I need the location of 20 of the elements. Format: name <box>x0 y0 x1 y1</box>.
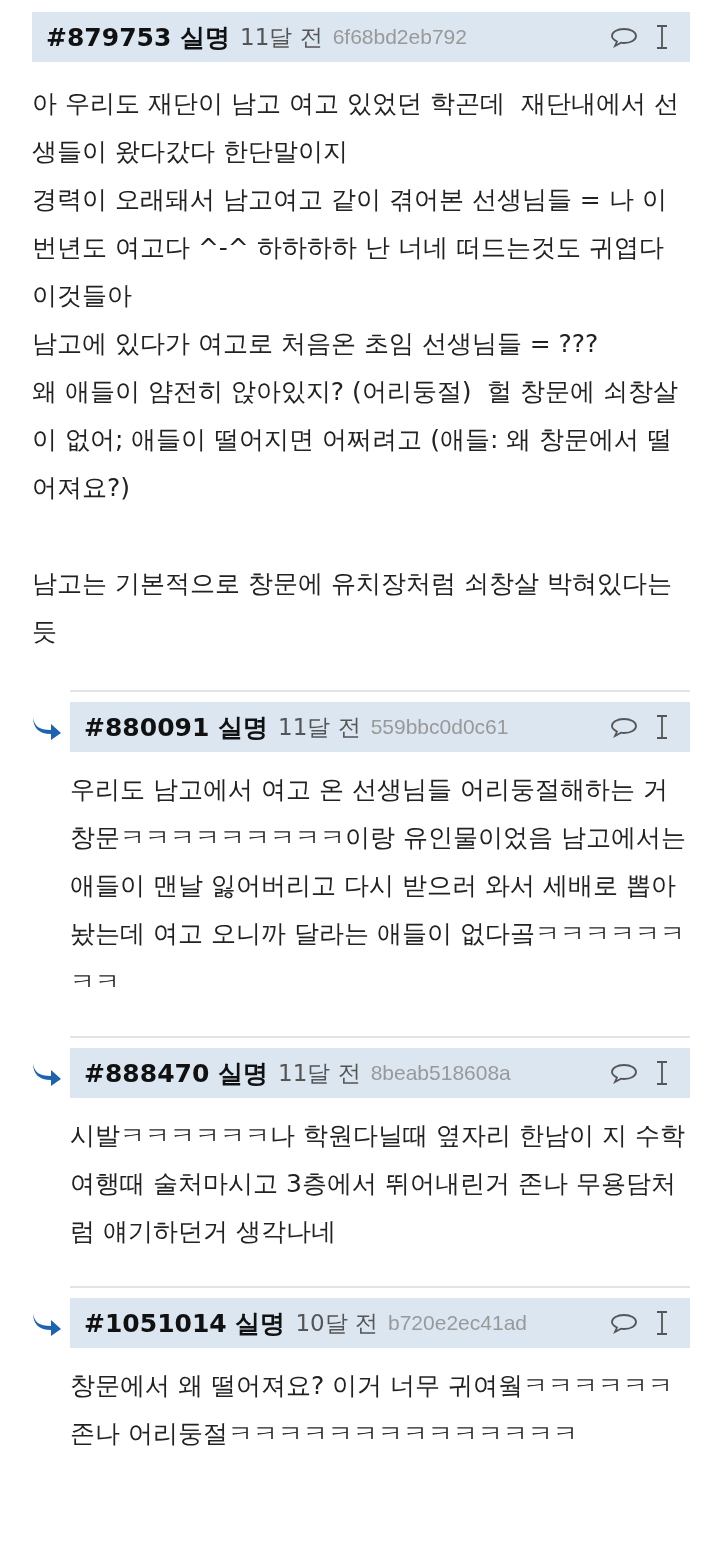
comment-text: 아 우리도 재단이 남고 여고 있었던 학곤데 재단내에서 선생들이 왔다갔다 한단말이지 <box>32 88 680 168</box>
comment-text: 창문에서 왜 떨어져요? 이거 너무 귀여웤ㅋㅋㅋㅋㅋㅋ존나 어리둥절ㅋㅋㅋㅋㅋㅋㅋㅋㅋㅋㅋㅋㅋㅋ <box>70 1370 674 1450</box>
comment-number[interactable]: #1051014 실명 <box>84 1306 286 1340</box>
author-hash: 559bbc0d0c61 <box>370 715 509 739</box>
comment-time: 11달 전 <box>240 22 323 52</box>
comment-time: 10달 전 <box>295 1308 378 1338</box>
comment-text: 왜 애들이 얌전히 앉아있지? (어리둥절) 헐 창문에 쇠창살이 없어; 애들이 떨어지면 어쩌려고 (애들: 왜 창문에서 떨어져요?) <box>32 376 680 504</box>
comment-text: 남고는 기본적으로 창문에 유치장처럼 쇠창살 박혀있다는듯 <box>32 568 673 648</box>
author-hash: b720e2ec41ad <box>388 1311 527 1335</box>
comment-number[interactable]: #880091 실명 <box>84 710 269 744</box>
comment-time: 11달 전 <box>278 712 361 742</box>
comment-text: 우리도 남고에서 여고 온 선생님들 어리둥절해하는 거 창문ㅋㅋㅋㅋㅋㅋㅋㅋㅋ이랑 유인물이었음 남고에서는 애들이 맨날 잃어버리고 다시 받으러 와서 세배로 뽑아놨는데 여고 오니까 달라는 애들이 없다곸ㅋㅋㅋㅋㅋㅋㅋㅋ <box>70 774 687 998</box>
comment-text: 경력이 오래돼서 남고여고 같이 겪어본 선생님들 = 나 이번년도 여고다 ^-^ 하하하하 난 너네 떠드는것도 귀엽다 이것들아 <box>32 184 668 312</box>
author-hash: 8beab518608a <box>370 1061 511 1085</box>
author-hash: 6f68bd2eb792 <box>332 25 467 49</box>
comment-time: 11달 전 <box>278 1058 361 1088</box>
comment-text: 남고에 있다가 여고로 처음온 초임 선생님들 = ??? <box>32 328 600 360</box>
comment-number[interactable]: #879753 실명 <box>46 20 231 54</box>
comment-number[interactable]: #888470 실명 <box>84 1056 269 1090</box>
comment-text: 시발ㅋㅋㅋㅋㅋㅋ나 학원다닐때 옆자리 한남이 지 수학여행때 술처마시고 3층에서 뛰어내린거 존나 무용담처럼 얘기하던거 생각나네 <box>70 1120 686 1248</box>
